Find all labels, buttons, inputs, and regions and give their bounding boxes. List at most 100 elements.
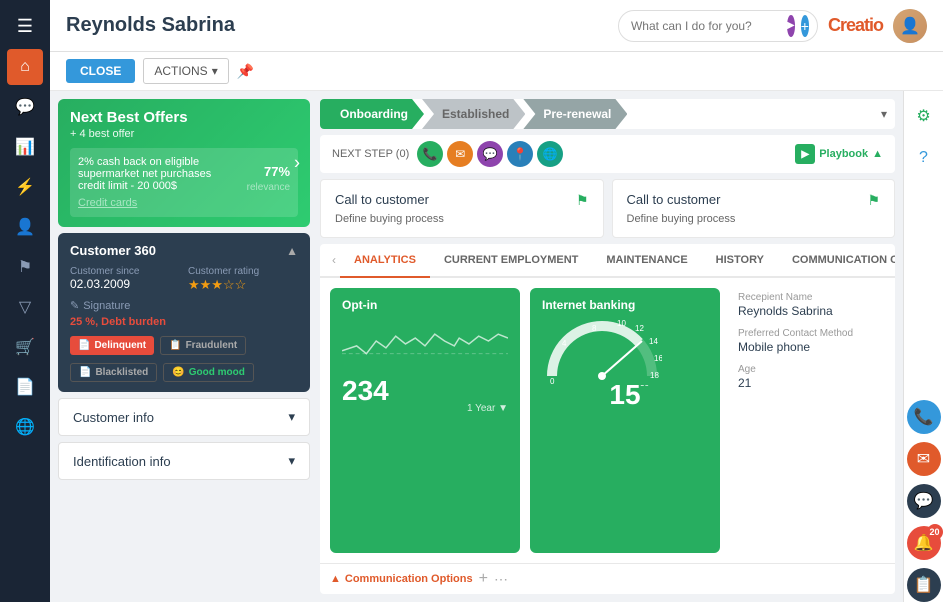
call-card-2-sub: Define buying process (627, 213, 881, 225)
tab-employment[interactable]: CURRENT EMPLOYMENT (430, 244, 592, 278)
left-navigation: ☰ ⌂ 💬 📊 ⚡ 👤 ⚑ ▽ 🛒 📄 🌐 (0, 0, 50, 602)
tab-history[interactable]: HISTORY (702, 244, 778, 278)
nbo-arrow-icon: › (294, 153, 300, 174)
fraudulent-badge[interactable]: 📋 Fraudulent (160, 336, 246, 355)
comm-options-arrow-icon: ▲ (330, 573, 341, 585)
communication-options-button[interactable]: ▲ Communication Options (330, 573, 473, 585)
actions-button[interactable]: ACTIONS ▾ (143, 58, 228, 84)
svg-text:20: 20 (640, 384, 649, 386)
customer-rating-stars: ★★★☆☆ (188, 277, 298, 293)
customer-info-chevron: ▾ (288, 409, 295, 425)
nav-messages[interactable]: 💬 (7, 89, 43, 125)
user-avatar[interactable]: 👤 (893, 9, 927, 43)
call-card-2-flag[interactable]: ⚑ (867, 192, 880, 213)
playbook-button[interactable]: ▶ Playbook ▲ (795, 144, 883, 164)
pipeline-step-onboarding[interactable]: Onboarding (320, 99, 424, 129)
more-options-button[interactable]: ⋯ (494, 571, 508, 588)
nav-globe[interactable]: 🌐 (7, 409, 43, 445)
next-step-label: NEXT STEP (0) (332, 148, 409, 160)
nav-home[interactable]: ⌂ (7, 49, 43, 85)
nbo-card[interactable]: Next Best Offers + 4 best offer › 2% cas… (58, 99, 310, 227)
call-card-1-title: Call to customer (335, 192, 429, 207)
sidebar-chat-icon[interactable]: 💬 (907, 484, 941, 518)
help-icon[interactable]: ? (907, 141, 941, 175)
nav-contacts[interactable]: 👤 (7, 209, 43, 245)
gear-settings-icon[interactable]: ⚙ (907, 99, 941, 133)
nav-flag[interactable]: ⚑ (7, 249, 43, 285)
nav-docs[interactable]: 📄 (7, 369, 43, 405)
opt-in-card: Opt-in 234 1 Year ▼ (330, 288, 520, 553)
search-add-button[interactable]: + (801, 15, 809, 37)
blacklisted-badge[interactable]: 📄 Blacklisted (70, 363, 157, 382)
analytics-info-panel: Recepient Name Reynolds Sabrina Preferre… (730, 288, 885, 553)
age-label: Age (738, 364, 877, 375)
sidebar-phone-icon[interactable]: 📞 (907, 400, 941, 434)
pin-icon[interactable]: 📌 (237, 63, 254, 80)
c360-collapse-icon[interactable]: ▲ (286, 244, 298, 258)
svg-text:16: 16 (654, 354, 662, 363)
customer-since-value: 02.03.2009 (70, 277, 180, 291)
customer-info-label: Customer info (73, 410, 154, 425)
gauge-chart: 0 4 8 10 12 14 16 18 20 (542, 316, 662, 386)
identification-info-chevron: ▾ (288, 453, 295, 469)
nav-cart[interactable]: 🛒 (7, 329, 43, 365)
nbo-link[interactable]: Credit cards (78, 197, 290, 209)
internet-banking-card: Internet banking 0 4 (530, 288, 720, 553)
sidebar-notification-icon[interactable]: 🔔 20 (907, 526, 941, 560)
customer-rating-label: Customer rating (188, 266, 298, 277)
next-step-bar: NEXT STEP (0) 📞 ✉ 💬 📍 🌐 ▶ Playbook ▲ (320, 135, 895, 173)
tab-analytics[interactable]: ANALYTICS (340, 244, 430, 278)
opt-in-period[interactable]: 1 Year ▼ (342, 403, 508, 414)
notification-badge: 20 (927, 524, 943, 540)
pipeline-step-prerenewal[interactable]: Pre-renewal (523, 99, 627, 129)
customer-since-label: Customer since (70, 266, 180, 277)
opt-in-title: Opt-in (342, 298, 508, 312)
good-mood-icon: 😊 (172, 367, 184, 378)
nbo-subtitle: + 4 best offer (70, 128, 188, 140)
age-value: 21 (738, 376, 877, 390)
pipeline-dropdown[interactable]: ▾ (873, 103, 895, 125)
close-button[interactable]: CLOSE (66, 59, 135, 83)
contact-phone-icon[interactable]: 📞 (417, 141, 443, 167)
svg-text:8: 8 (592, 324, 597, 333)
nbo-content: 2% cash back on eligible supermarket net… (70, 148, 298, 217)
avatar-image: 👤 (893, 9, 927, 43)
nav-funnel[interactable]: ▽ (7, 289, 43, 325)
nav-analytics[interactable]: 📊 (7, 129, 43, 165)
nbo-relevance-label: relevance (247, 182, 290, 193)
pipeline-step-established[interactable]: Established (422, 99, 525, 129)
c360-title: Customer 360 (70, 243, 156, 258)
contact-location-icon[interactable]: 📍 (507, 141, 533, 167)
identification-info-accordion: Identification info ▾ (58, 442, 310, 480)
search-play-button[interactable]: ▶ (787, 15, 795, 37)
recipient-name-label: Recepient Name (738, 292, 877, 303)
tab-prev-icon[interactable]: ‹ (328, 249, 340, 271)
svg-text:10: 10 (617, 319, 626, 328)
hamburger-menu[interactable]: ☰ (9, 8, 41, 45)
blacklisted-icon: 📄 (79, 367, 91, 378)
tab-maintenance[interactable]: MAINTENANCE (592, 244, 701, 278)
add-button[interactable]: + (479, 570, 488, 588)
pipeline: Onboarding Established Pre-renewal ▾ (320, 99, 895, 129)
page-title: Reynolds Sabrina (66, 14, 235, 37)
search-input[interactable] (631, 19, 781, 33)
identification-info-header[interactable]: Identification info ▾ (59, 443, 309, 479)
sidebar-email-icon[interactable]: ✉ (907, 442, 941, 476)
tab-communication[interactable]: COMMUNICATION CHANNELS (778, 244, 895, 278)
contact-email-icon[interactable]: ✉ (447, 141, 473, 167)
main-area: Reynolds Sabrina ▶ + Creatio 👤 CLOSE ACT… (50, 0, 943, 602)
top-header: Reynolds Sabrina ▶ + Creatio 👤 (50, 0, 943, 52)
good-mood-badge[interactable]: 😊 Good mood (163, 363, 254, 382)
call-card-1-flag[interactable]: ⚑ (576, 192, 589, 213)
customer-info-header[interactable]: Customer info ▾ (59, 399, 309, 435)
nav-leads[interactable]: ⚡ (7, 169, 43, 205)
pencil-icon: ✎ (70, 299, 79, 312)
contact-chat-icon[interactable]: 💬 (477, 141, 503, 167)
customer-info-accordion: Customer info ▾ (58, 398, 310, 436)
sidebar-list-icon[interactable]: 📋 (907, 568, 941, 602)
delinquent-badge[interactable]: 📄 Delinquent (70, 336, 154, 355)
action-bar: CLOSE ACTIONS ▾ 📌 (50, 52, 943, 91)
header-right: ▶ + Creatio 👤 (618, 9, 927, 43)
contact-web-icon[interactable]: 🌐 (537, 141, 563, 167)
actions-label: ACTIONS (154, 64, 207, 78)
